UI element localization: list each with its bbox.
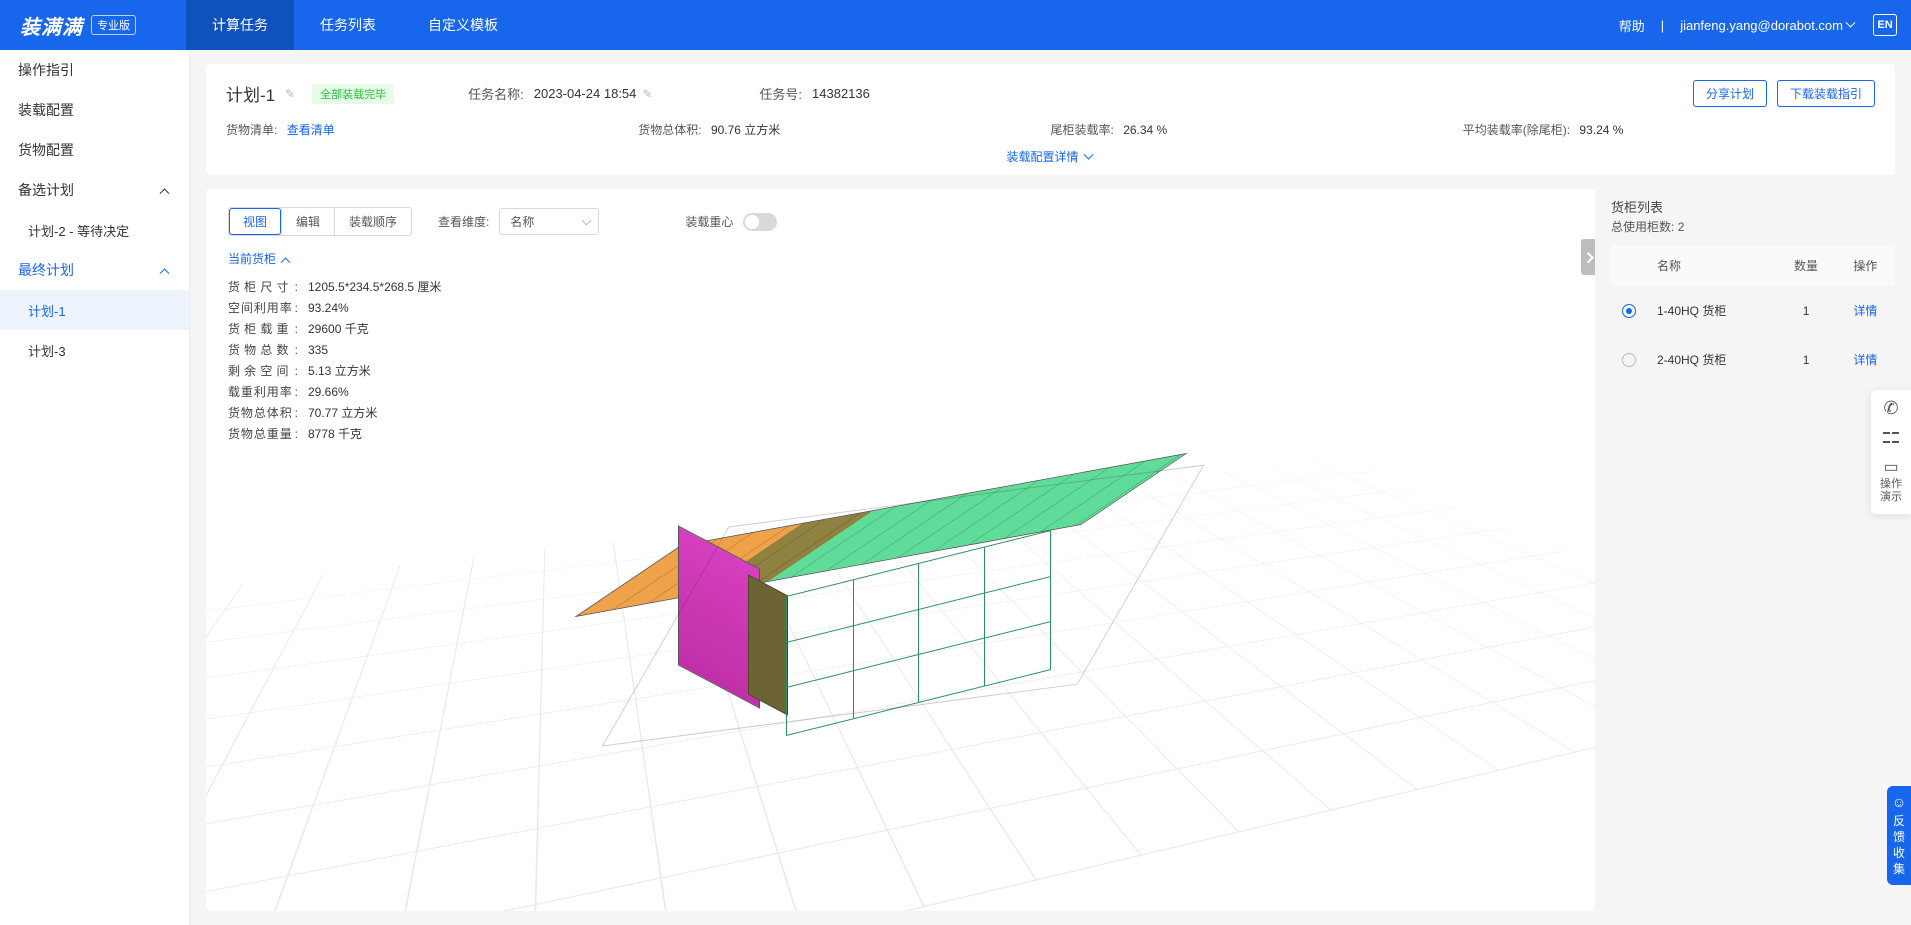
col-op: 操作 bbox=[1836, 245, 1895, 286]
row-name: 2-40HQ 货柜 bbox=[1647, 335, 1776, 384]
container-list-title: 货柜列表 bbox=[1611, 197, 1895, 216]
edit-icon[interactable] bbox=[642, 87, 655, 100]
avg-rate-value: 93.24 % bbox=[1579, 123, 1623, 137]
view-manifest-link[interactable]: 查看清单 bbox=[287, 123, 335, 137]
dimension-select[interactable]: 名称 bbox=[499, 208, 599, 235]
total-volume-label: 货物总体积: bbox=[638, 123, 701, 137]
dimension-label: 查看维度: bbox=[438, 213, 489, 230]
qr-icon bbox=[1883, 430, 1899, 446]
language-toggle[interactable]: EN bbox=[1873, 14, 1897, 36]
nav-task-list[interactable]: 任务列表 bbox=[294, 0, 402, 50]
tab-edit[interactable]: 编辑 bbox=[281, 208, 334, 235]
book-icon bbox=[1882, 458, 1900, 476]
total-volume-value: 90.76 立方米 bbox=[711, 123, 780, 137]
center-of-gravity-label: 装载重心 bbox=[685, 213, 733, 230]
status-badge: 全部装载完毕 bbox=[312, 84, 394, 104]
nav-custom-template[interactable]: 自定义模板 bbox=[402, 0, 524, 50]
qr-code-button[interactable] bbox=[1877, 430, 1905, 446]
sidebar-item-cargo-config[interactable]: 货物配置 bbox=[0, 130, 189, 170]
row-qty: 1 bbox=[1776, 335, 1835, 384]
col-qty: 数量 bbox=[1776, 245, 1835, 286]
loading-config-details-toggle[interactable]: 装载配置详情 bbox=[226, 138, 1875, 165]
total-containers-label: 总使用柜数: bbox=[1611, 220, 1674, 234]
current-container-toggle[interactable]: 当前货柜 bbox=[228, 250, 292, 267]
app-header: 装满满 专业版 计算任务 任务列表 自定义模板 帮助 | jianfeng.ya… bbox=[0, 0, 1911, 50]
col-name: 名称 bbox=[1647, 245, 1776, 286]
floating-tool-dock: 操作 演示 bbox=[1870, 389, 1911, 515]
tab-loading-order[interactable]: 装载顺序 bbox=[334, 208, 411, 235]
sidebar-item-guide[interactable]: 操作指引 bbox=[0, 50, 189, 90]
logo-text: 装满满 bbox=[20, 11, 83, 40]
logo: 装满满 专业版 bbox=[20, 11, 136, 40]
demo-guide-label: 操作 演示 bbox=[1880, 478, 1902, 504]
chevron-up-icon bbox=[161, 187, 171, 193]
row-details-link[interactable]: 详情 bbox=[1853, 304, 1877, 318]
feedback-tab[interactable]: 反馈收集 bbox=[1887, 786, 1911, 885]
container-list-panel: 货柜列表 总使用柜数: 2 名称 数量 操作 1-40HQ bbox=[1595, 189, 1895, 911]
sidebar-group-label: 备选计划 bbox=[18, 180, 74, 200]
plan-name: 计划-1 bbox=[226, 81, 275, 106]
sidebar-group-label: 最终计划 bbox=[18, 260, 74, 280]
top-nav: 计算任务 任务列表 自定义模板 bbox=[186, 0, 524, 50]
user-email: jianfeng.yang@dorabot.com bbox=[1680, 18, 1843, 33]
sidebar-group-candidate-plans[interactable]: 备选计划 bbox=[0, 170, 189, 210]
user-menu[interactable]: jianfeng.yang@dorabot.com bbox=[1680, 18, 1857, 33]
row-qty: 1 bbox=[1776, 286, 1835, 335]
row-radio[interactable] bbox=[1622, 353, 1636, 367]
sidebar-item-loading-config[interactable]: 装载配置 bbox=[0, 90, 189, 130]
row-details-link[interactable]: 详情 bbox=[1853, 353, 1877, 367]
chevron-down-icon bbox=[1085, 154, 1095, 160]
phone-icon bbox=[1882, 400, 1900, 418]
tail-rate-value: 26.34 % bbox=[1123, 123, 1167, 137]
help-link[interactable]: 帮助 bbox=[1619, 16, 1645, 35]
table-row: 2-40HQ 货柜 1 详情 bbox=[1611, 335, 1895, 384]
edit-icon[interactable] bbox=[285, 87, 298, 100]
demo-guide-button[interactable]: 操作 演示 bbox=[1877, 458, 1905, 504]
total-containers-value: 2 bbox=[1678, 220, 1685, 234]
nav-compute-task[interactable]: 计算任务 bbox=[186, 0, 294, 50]
center-of-gravity-switch[interactable] bbox=[743, 213, 777, 231]
row-radio[interactable] bbox=[1622, 304, 1636, 318]
collapse-right-panel-handle[interactable] bbox=[1581, 239, 1595, 275]
feedback-label: 反馈收集 bbox=[1893, 814, 1905, 876]
container-stats: 货柜尺寸1205.5*234.5*268.5 厘米 空间利用率93.24% 货柜… bbox=[228, 277, 1573, 445]
logo-badge: 专业版 bbox=[91, 15, 136, 35]
download-guide-button[interactable]: 下载装载指引 bbox=[1777, 80, 1875, 107]
chevron-up-icon bbox=[161, 267, 171, 273]
avg-rate-label: 平均装载率(除尾柜): bbox=[1463, 123, 1570, 137]
task-id-value: 14382136 bbox=[812, 86, 870, 101]
sidebar: 操作指引 装载配置 货物配置 备选计划 计划-2 - 等待决定 最终计划 计划-… bbox=[0, 50, 190, 925]
tail-rate-label: 尾柜装载率: bbox=[1051, 123, 1114, 137]
share-plan-button[interactable]: 分享计划 bbox=[1693, 80, 1767, 107]
sidebar-item-plan-1[interactable]: 计划-1 bbox=[0, 290, 189, 330]
smile-icon bbox=[1891, 794, 1907, 810]
task-id-label: 任务号: bbox=[759, 84, 802, 103]
task-name-value: 2023-04-24 18:54 bbox=[534, 86, 637, 101]
task-name-label: 任务名称: bbox=[468, 84, 524, 103]
plan-info-card: 计划-1 全部装载完毕 任务名称: 2023-04-24 18:54 任务号: … bbox=[206, 64, 1895, 175]
header-divider: | bbox=[1661, 18, 1664, 33]
chevron-down-icon bbox=[1847, 22, 1857, 28]
view-mode-segment: 视图 编辑 装载顺序 bbox=[228, 207, 412, 236]
manifest-label: 货物清单: bbox=[226, 123, 277, 137]
chevron-up-icon bbox=[282, 256, 292, 262]
header-right: 帮助 | jianfeng.yang@dorabot.com EN bbox=[1619, 14, 1897, 36]
contact-phone-button[interactable] bbox=[1877, 400, 1905, 418]
row-name: 1-40HQ 货柜 bbox=[1647, 286, 1776, 335]
table-row: 1-40HQ 货柜 1 详情 bbox=[1611, 286, 1895, 335]
viewer-panel: 视图 编辑 装载顺序 查看维度: 名称 装载重心 bbox=[206, 189, 1595, 911]
tab-view[interactable]: 视图 bbox=[229, 208, 281, 235]
sidebar-item-plan-2[interactable]: 计划-2 - 等待决定 bbox=[0, 210, 189, 250]
sidebar-group-final-plans[interactable]: 最终计划 bbox=[0, 250, 189, 290]
sidebar-item-plan-3[interactable]: 计划-3 bbox=[0, 330, 189, 370]
